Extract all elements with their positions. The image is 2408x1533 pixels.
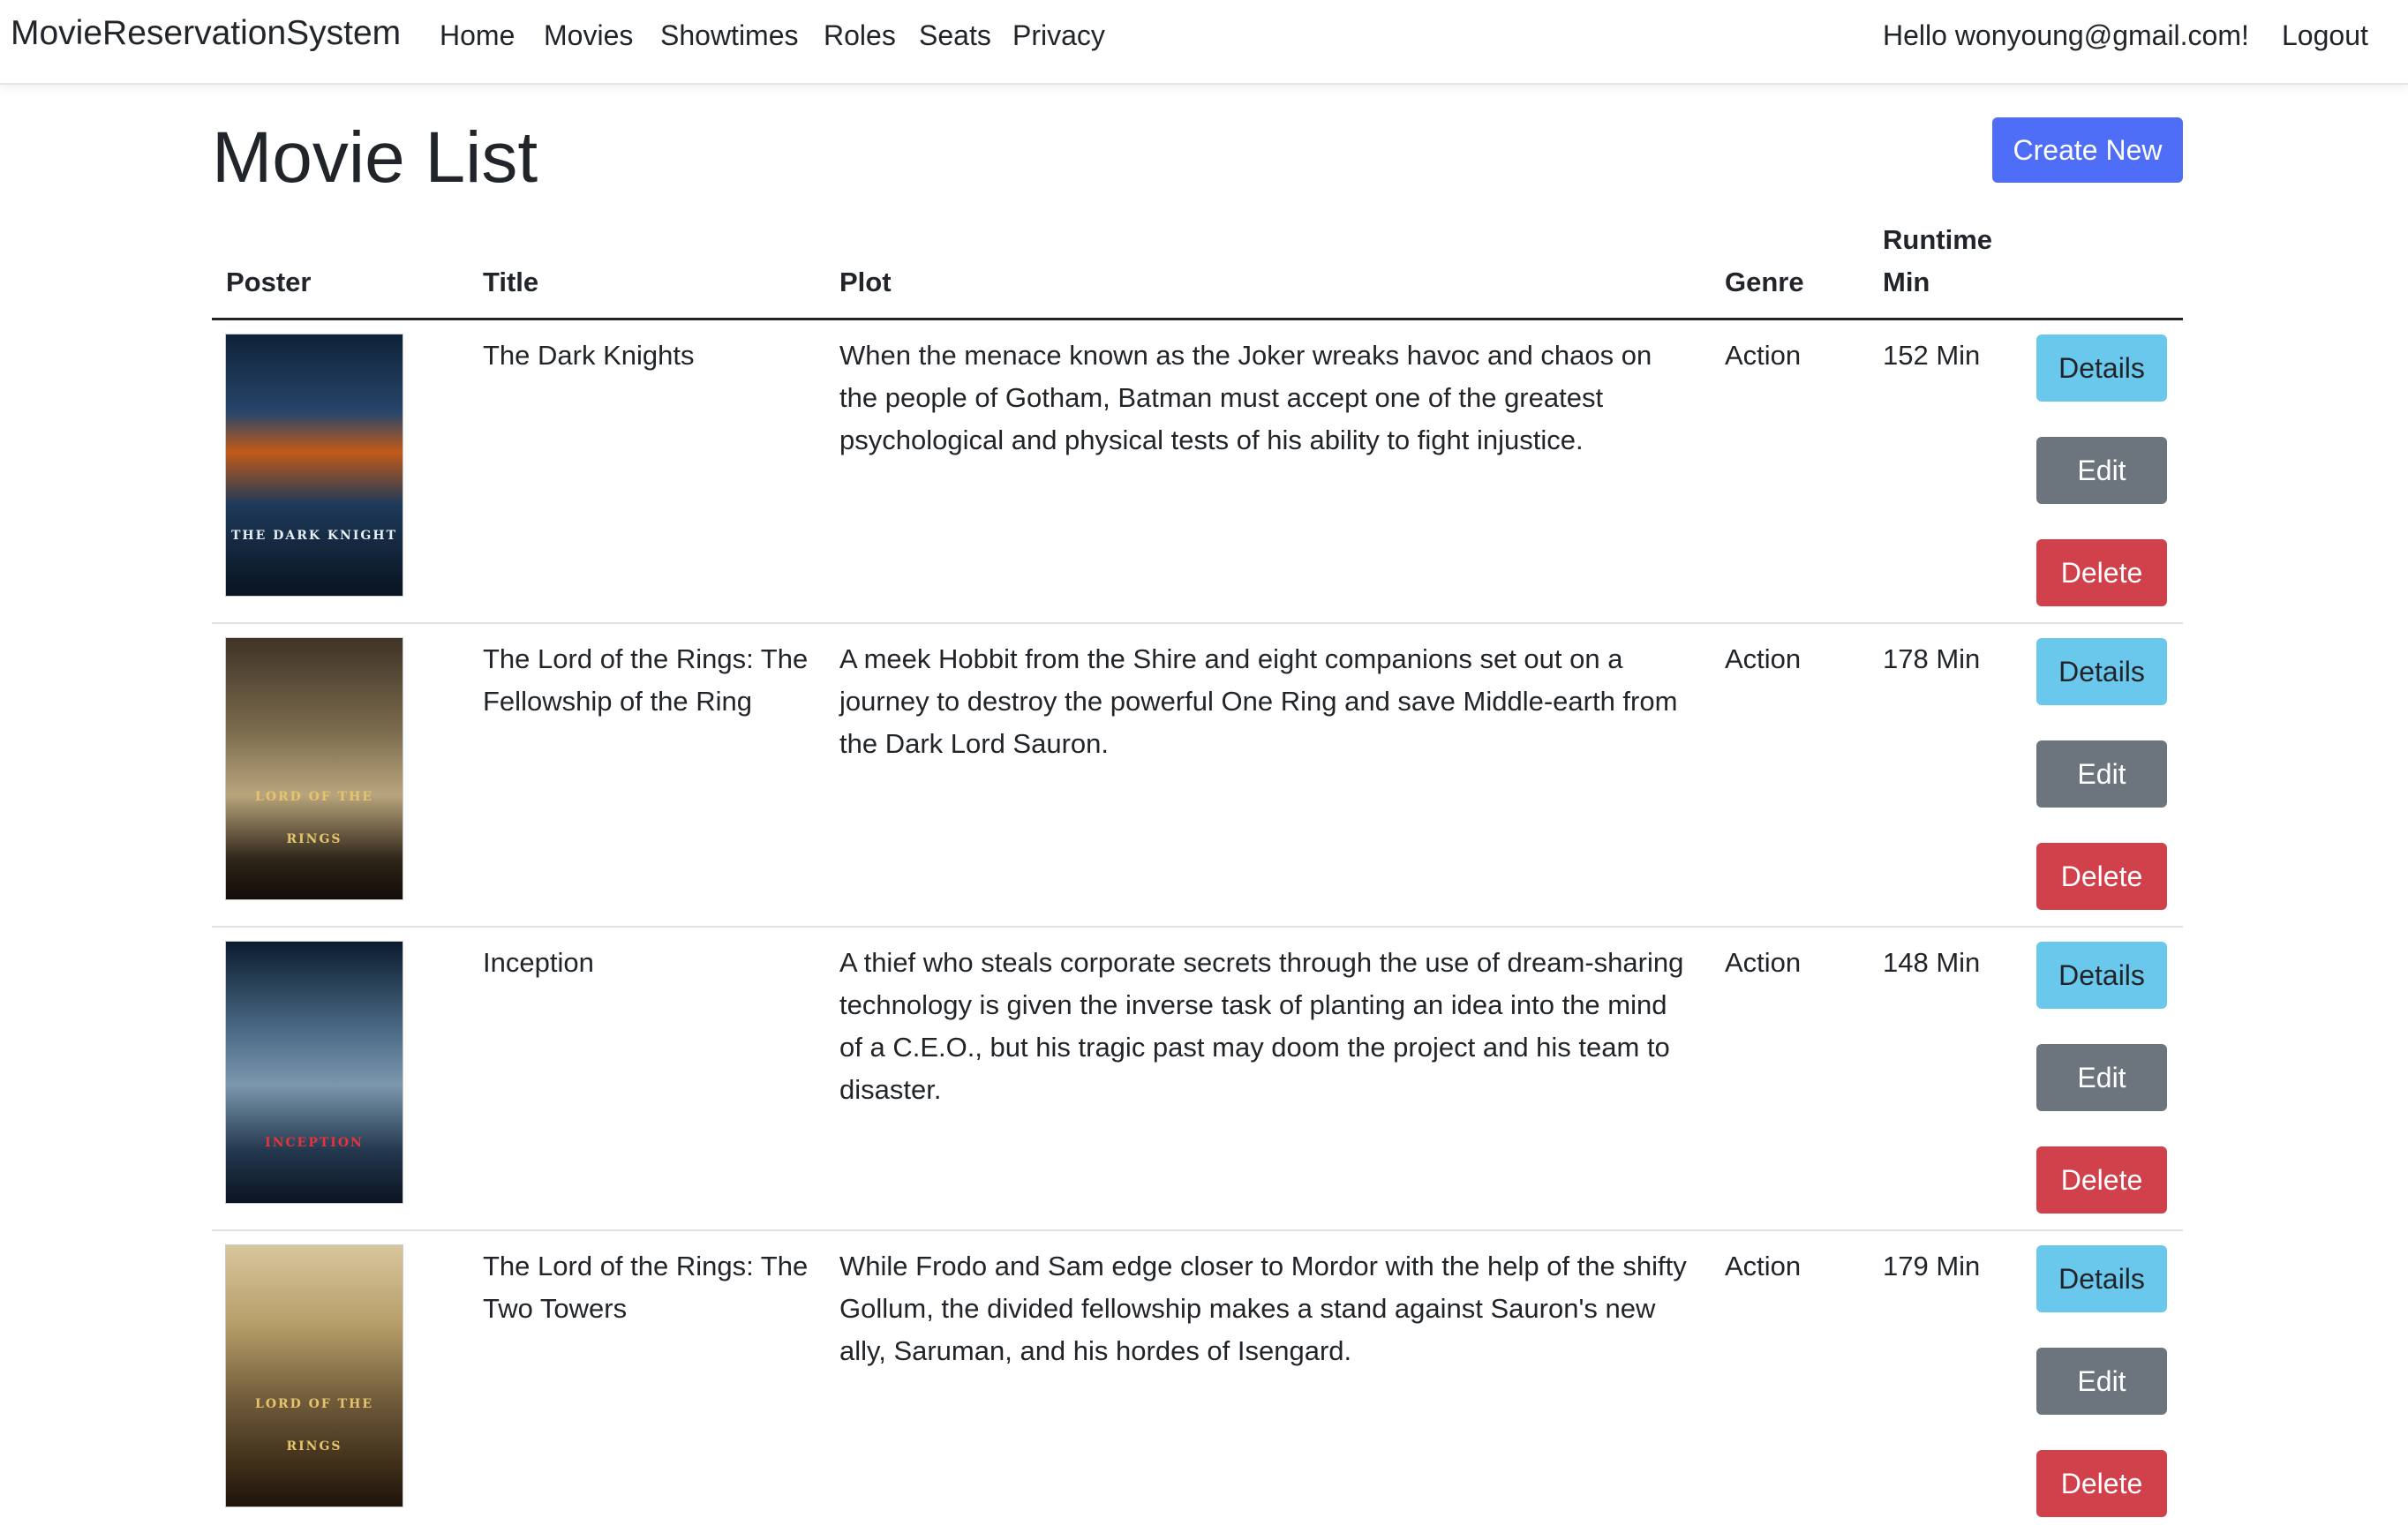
nav-privacy-link[interactable]: Privacy (1012, 19, 1105, 52)
movie-poster: LORD OF THE RINGS (226, 638, 403, 899)
movie-title: The Lord of the Rings: The Fellowship of… (469, 623, 825, 928)
poster-cell: LORD OF THE RINGS (212, 623, 469, 928)
movie-runtime: 148 Min (1869, 927, 2022, 1231)
actions-cell: Details Edit Delete (2022, 623, 2183, 928)
details-button[interactable]: Details (2036, 1245, 2167, 1312)
runtime-column-header: Runtime Min (1869, 219, 2022, 320)
nav-seats-link[interactable]: Seats (919, 19, 991, 52)
plot-column-header: Plot (825, 219, 1711, 320)
poster-cell: INCEPTION (212, 927, 469, 1231)
page-title: Movie List (212, 117, 538, 198)
movie-genre: Action (1711, 319, 1869, 624)
actions-cell: Details Edit Delete (2022, 319, 2183, 624)
movie-genre: Action (1711, 623, 1869, 928)
logout-button[interactable]: Logout (2282, 19, 2368, 52)
actions-cell: Details Edit Delete (2022, 1230, 2183, 1533)
table-row: INCEPTION Inception A thief who steals c… (212, 927, 2183, 1231)
details-button[interactable]: Details (2036, 638, 2167, 705)
movie-title: The Lord of the Rings: The Two Towers (483, 1251, 809, 1324)
movie-plot: A meek Hobbit from the Shire and eight c… (825, 623, 1711, 928)
delete-button[interactable]: Delete (2036, 1146, 2167, 1214)
movie-title: The Dark Knights (469, 319, 825, 624)
movie-plot: A thief who steals corporate secrets thr… (825, 927, 1711, 1231)
nav-movies-link[interactable]: Movies (544, 19, 633, 52)
poster-caption: LORD OF THE RINGS (254, 1397, 373, 1454)
user-greeting-link[interactable]: Hello wonyoung@gmail.com! (1883, 19, 2249, 52)
actions-cell: Details Edit Delete (2022, 927, 2183, 1231)
details-button[interactable]: Details (2036, 942, 2167, 1009)
poster-cell: THE DARK KNIGHT (212, 319, 469, 624)
table-row: LORD OF THE RINGS The Lord of the Rings:… (212, 1230, 2183, 1533)
genre-column-header: Genre (1711, 219, 1869, 320)
delete-button[interactable]: Delete (2036, 1450, 2167, 1517)
edit-button[interactable]: Edit (2036, 1044, 2167, 1111)
movie-runtime: 179 Min (1883, 1251, 1981, 1281)
poster-column-header: Poster (212, 219, 469, 320)
edit-button[interactable]: Edit (2036, 740, 2167, 808)
nav-showtimes-link[interactable]: Showtimes (660, 19, 799, 52)
movie-table: Poster Title Plot Genre Runtime Min THE … (212, 219, 2183, 1533)
movie-poster: INCEPTION (226, 942, 403, 1203)
edit-button[interactable]: Edit (2036, 437, 2167, 504)
poster-caption: INCEPTION (265, 1136, 364, 1150)
movie-runtime: 152 Min (1869, 319, 2022, 624)
nav-home-link[interactable]: Home (440, 19, 515, 52)
runtime-header-line1: Runtime (1883, 224, 1992, 255)
movie-poster: LORD OF THE RINGS (226, 1245, 403, 1507)
poster-caption: LORD OF THE RINGS (254, 790, 373, 846)
table-row: LORD OF THE RINGS The Lord of the Rings:… (212, 623, 2183, 928)
movie-genre: Action (1725, 1251, 1802, 1281)
title-column-header: Title (469, 219, 825, 320)
delete-button[interactable]: Delete (2036, 843, 2167, 910)
actions-column-header (2022, 219, 2183, 320)
delete-button[interactable]: Delete (2036, 539, 2167, 606)
movie-poster: THE DARK KNIGHT (226, 334, 403, 596)
edit-button[interactable]: Edit (2036, 1348, 2167, 1415)
movie-title: Inception (469, 927, 825, 1231)
movie-runtime: 178 Min (1869, 623, 2022, 928)
movie-plot: While Frodo and Sam edge closer to Mordo… (839, 1251, 1687, 1366)
create-new-button[interactable]: Create New (1992, 117, 2183, 183)
poster-cell: LORD OF THE RINGS (212, 1230, 469, 1533)
movie-genre: Action (1711, 927, 1869, 1231)
details-button[interactable]: Details (2036, 334, 2167, 402)
table-header-row: Poster Title Plot Genre Runtime Min (212, 219, 2183, 320)
movie-plot: When the menace known as the Joker wreak… (825, 319, 1711, 624)
nav-roles-link[interactable]: Roles (824, 19, 896, 52)
brand-link[interactable]: MovieReservationSystem (11, 14, 401, 53)
table-row: THE DARK KNIGHT The Dark Knights When th… (212, 319, 2183, 624)
runtime-header-line2: Min (1883, 267, 1930, 297)
top-navbar: MovieReservationSystem Home Movies Showt… (0, 0, 2408, 85)
poster-caption: THE DARK KNIGHT (231, 529, 397, 543)
